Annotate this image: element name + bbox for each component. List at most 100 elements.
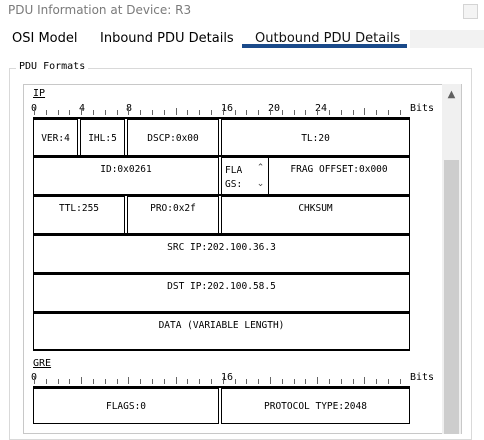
ruler-tick [105,110,106,115]
field-data: DATA (VARIABLE LENGTH) [33,313,410,351]
ruler-tick [34,377,35,384]
ruler-tick [305,379,306,384]
ruler-tick [211,110,212,115]
ruler-tick [105,379,106,384]
ruler-tick [164,110,165,115]
ruler-tick [117,379,118,384]
ruler-tick [46,379,47,384]
tab-osi-model[interactable]: OSI Model [12,31,77,46]
field-flags[interactable]: FLA GS: ⌃ ⌄ [221,157,269,195]
ruler-tick [388,110,389,115]
ruler-tick [164,379,165,384]
chevron-up-icon[interactable]: ⌃ [254,160,267,176]
ruler-tick [58,110,59,115]
scrollbar-thumb[interactable] [444,160,459,434]
ruler-tick [235,379,236,384]
ruler-tick [34,108,35,115]
tab-bar-filler [410,30,484,48]
ruler-tick [282,110,283,115]
ruler-tick [376,379,377,384]
field-flags-text: FLA GS: [225,165,243,190]
scroll-up-icon[interactable]: ▲ [442,88,461,102]
ruler-tick [282,379,283,384]
ruler-tick [58,379,59,384]
ruler-tick [46,110,47,115]
ruler-tick [69,110,70,115]
ruler-tick [187,379,188,384]
field-ttl: TTL:255 [33,196,125,234]
ruler-tick [93,110,94,115]
ruler-tick [211,379,212,384]
ruler-tick [152,379,153,384]
flags-scrollbar[interactable]: ⌃ ⌄ [254,160,267,192]
ruler-tick [341,110,342,115]
field-frag-offset: FRAG OFFSET:0x000 [268,157,410,195]
ruler-tick [317,108,318,115]
ruler-tick [305,110,306,115]
ruler-tick [270,108,271,115]
ruler-tick [81,108,82,115]
selected-tab-indicator [242,44,407,48]
ruler-tick [235,110,236,115]
ruler-tick [128,377,129,384]
ruler-tick [353,379,354,384]
ip-section-label: IP [33,88,46,99]
ruler-tick [117,110,118,115]
field-gre-flags: FLAGS:0 [33,388,219,424]
pdu-formats-label: PDU Formats [16,61,89,72]
ruler-tick [317,377,318,384]
ruler-tick [294,110,295,115]
field-gre-protocol-type: PROTOCOL TYPE:2048 [221,388,410,424]
ruler-tick [400,110,401,115]
ruler-tick [199,379,200,384]
ruler-tick [69,379,70,384]
ruler-tick [376,110,377,115]
field-dscp: DSCP:0x00 [127,119,219,157]
ruler-tick [329,110,330,115]
ruler-tick [294,379,295,384]
field-checksum: CHKSUM [221,196,410,234]
ruler-tick [140,110,141,115]
ruler-tick [400,379,401,384]
ruler-tick [128,108,129,115]
field-total-length: TL:20 [221,119,410,157]
field-src-ip: SRC IP:202.100.36.3 [33,235,410,273]
vertical-scrollbar[interactable]: ▲ [442,84,461,434]
ruler-tick [199,110,200,115]
ruler-tick [388,379,389,384]
ruler-tick [246,379,247,384]
ruler-tick [270,377,271,384]
ruler-tick [93,379,94,384]
ruler-number: 4 [79,103,86,114]
ruler-tick [81,377,82,384]
ruler-tick [223,377,224,384]
ruler-tick [258,110,259,115]
field-protocol: PRO:0x2f [127,196,219,234]
ruler-tick [176,377,177,384]
field-dst-ip: DST IP:202.100.58.5 [33,274,410,312]
bits-label: Bits [410,103,435,114]
window-control-button[interactable] [463,4,478,19]
field-id: ID:0x0261 [33,157,219,195]
ruler-tick [353,110,354,115]
title-bar: PDU Information at Device: R3 [0,0,484,24]
bits-label: Bits [410,372,435,383]
field-ver: VER:4 [33,119,78,157]
field-ihl: IHL:5 [80,119,125,157]
ruler-tick [152,110,153,115]
ip-row-end-line [33,349,410,351]
gre-section-label: GRE [33,358,52,369]
ruler-tick [140,379,141,384]
ruler-tick [364,377,365,384]
window-title: PDU Information at Device: R3 [8,3,192,17]
ruler-tick [176,108,177,115]
ruler-tick [329,379,330,384]
ruler-number: 8 [126,103,133,114]
ruler-tick [258,379,259,384]
tab-inbound-pdu-details[interactable]: Inbound PDU Details [100,31,234,46]
chevron-down-icon[interactable]: ⌄ [254,176,267,192]
ruler-tick [187,110,188,115]
ruler-tick [364,108,365,115]
ruler-tick [341,379,342,384]
ruler-tick [246,110,247,115]
